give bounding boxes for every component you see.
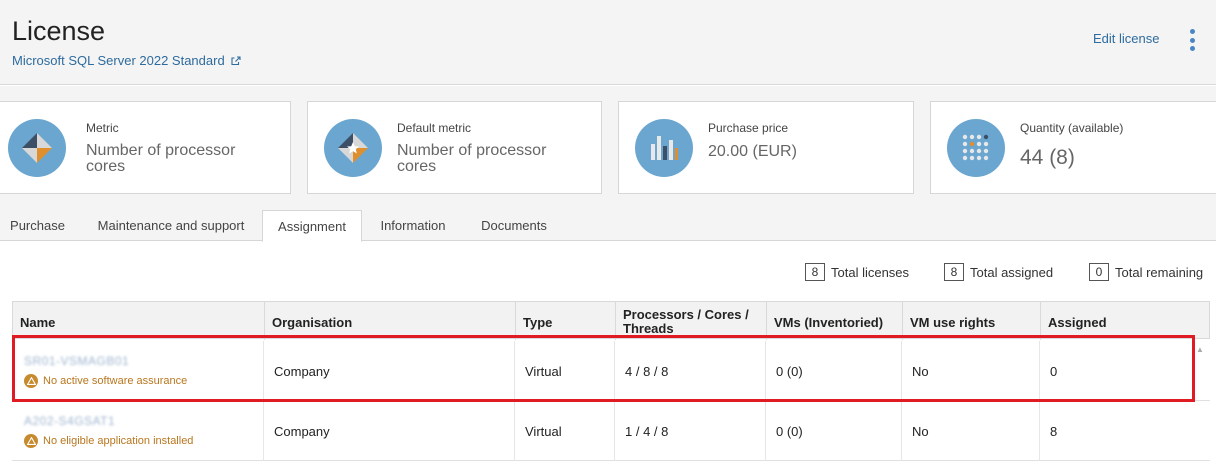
column-header-processors[interactable]: Processors / Cores / Threads (615, 302, 766, 340)
default-metric-label: Default metric (397, 121, 472, 135)
tab-information[interactable]: Information (368, 210, 458, 241)
type-cell: Virtual (514, 401, 614, 461)
processors-cell: 4 / 8 / 8 (614, 341, 765, 401)
purchase-price-card: Purchase price 20.00 (EUR) (618, 101, 914, 194)
assigned-cell: 8 (1039, 401, 1210, 461)
column-header-vms[interactable]: VMs (Inventoried) (766, 302, 902, 340)
organisation-cell: Company (263, 401, 514, 461)
vms-cell: 0 (0) (765, 341, 901, 401)
scroll-up-icon[interactable]: ▲ (1196, 345, 1204, 354)
price-chart-icon (635, 119, 693, 177)
type-cell: Virtual (514, 341, 614, 401)
tab-bar: Purchase Maintenance and support Assignm… (0, 210, 1216, 242)
warning-icon (24, 434, 38, 448)
table-header: Name Organisation Type Processors / Core… (12, 301, 1211, 340)
name-cell: A202-S4GSAT1 No eligible application ins… (12, 401, 263, 461)
warning-icon (24, 374, 38, 388)
total-licenses-label: Total licenses (831, 264, 910, 280)
product-link[interactable]: Microsoft SQL Server 2022 Standard (12, 53, 241, 68)
edit-license-link[interactable]: Edit license (1093, 31, 1159, 46)
purchase-price-label: Purchase price (708, 121, 789, 135)
warning-message: No eligible application installed (24, 434, 193, 448)
metric-card: Metric Number of processor cores (0, 101, 291, 194)
metric-label: Metric (86, 121, 119, 135)
metric-value: Number of processor cores (86, 142, 236, 175)
name-cell: SR01-VSMAGB01 No active software assuran… (12, 341, 263, 401)
default-metric-value: Number of processor cores (397, 142, 547, 175)
total-remaining-label: Total remaining (1115, 264, 1204, 280)
quantity-value: 44 (8) (1020, 146, 1075, 169)
total-licenses: 8 Total licenses (805, 263, 909, 281)
tab-assignment[interactable]: Assignment (262, 210, 362, 242)
processors-cell: 1 / 4 / 8 (614, 401, 765, 461)
assigned-cell: 0 (1039, 341, 1210, 401)
total-licenses-count: 8 (805, 263, 825, 281)
total-remaining-count: 0 (1089, 263, 1109, 281)
page-header: License Microsoft SQL Server 2022 Standa… (0, 0, 1216, 85)
total-assigned-count: 8 (944, 263, 964, 281)
vm-use-rights-cell: No (901, 341, 1039, 401)
column-header-assigned[interactable]: Assigned (1040, 302, 1211, 340)
tab-documents[interactable]: Documents (470, 210, 558, 241)
metric-icon (8, 119, 66, 177)
device-name[interactable]: A202-S4GSAT1 (24, 414, 115, 428)
tab-maintenance-and-support[interactable]: Maintenance and support (85, 210, 257, 241)
page-title: License (12, 16, 106, 46)
table-row[interactable]: A202-S4GSAT1 No eligible application ins… (12, 401, 1210, 461)
quantity-card: Quantity (available) 44 (8) (930, 101, 1216, 194)
external-link-icon[interactable] (231, 55, 241, 66)
column-header-name[interactable]: Name (13, 302, 264, 340)
total-assigned: 8 Total assigned (944, 263, 1053, 281)
table-row[interactable]: SR01-VSMAGB01 No active software assuran… (12, 341, 1210, 401)
purchase-price-value: 20.00 (EUR) (708, 143, 797, 160)
default-metric-icon (324, 119, 382, 177)
quantity-grid-icon (947, 119, 1005, 177)
total-remaining: 0 Total remaining (1089, 263, 1203, 281)
tab-purchase[interactable]: Purchase (0, 210, 75, 241)
vms-cell: 0 (0) (765, 401, 901, 461)
warning-text: No eligible application installed (43, 435, 194, 447)
organisation-cell: Company (263, 341, 514, 401)
warning-message: No active software assurance (24, 374, 187, 388)
product-link-label[interactable]: Microsoft SQL Server 2022 Standard (12, 53, 225, 68)
column-header-vm-use-rights[interactable]: VM use rights (902, 302, 1040, 340)
summary-band: Metric Number of processor cores Default… (0, 86, 1216, 210)
more-options-icon[interactable] (1182, 27, 1202, 53)
warning-text: No active software assurance (43, 375, 188, 387)
quantity-label: Quantity (available) (1020, 121, 1124, 135)
column-header-organisation[interactable]: Organisation (264, 302, 515, 340)
column-header-type[interactable]: Type (515, 302, 615, 340)
default-metric-card: Default metric Number of processor cores (307, 101, 602, 194)
vm-use-rights-cell: No (901, 401, 1039, 461)
device-name[interactable]: SR01-VSMAGB01 (24, 354, 129, 368)
total-assigned-label: Total assigned (970, 264, 1054, 280)
